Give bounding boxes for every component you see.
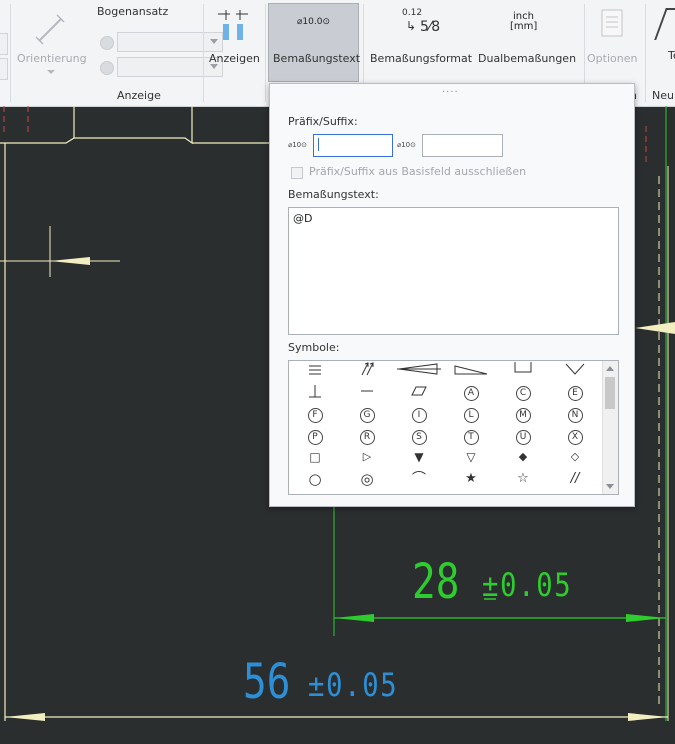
- popup-grip[interactable]: ····: [442, 87, 459, 98]
- symbol-double-slash[interactable]: //: [549, 469, 601, 489]
- dim-text-area-value: @D: [293, 212, 313, 225]
- symbol-circle-c[interactable]: C: [497, 381, 549, 401]
- dim-text-popup: ···· Präfix/Suffix: ⌀10⊙ ⌀10⊙ Präfix/Suf…: [269, 83, 635, 507]
- symbol-parallelogram[interactable]: [393, 381, 445, 401]
- symbol-circle-n[interactable]: N: [549, 403, 601, 423]
- cut-combo-left-2[interactable]: [0, 58, 8, 80]
- cut-combo-left[interactable]: [0, 33, 8, 55]
- dim-blue-value[interactable]: 56: [243, 654, 290, 710]
- exclude-checkbox[interactable]: [291, 167, 303, 179]
- show-icon: [218, 10, 248, 40]
- dim-green-tol[interactable]: ±0.05: [482, 566, 572, 604]
- part-outline-top-2: [74, 106, 193, 145]
- symbol-circle-e[interactable]: E: [549, 381, 601, 401]
- options-label: Optionen: [587, 52, 638, 65]
- symbol-taper[interactable]: [445, 361, 497, 379]
- small-dim-arrow: [50, 257, 90, 265]
- suffix-input[interactable]: [422, 134, 503, 157]
- symbol-triangle-right[interactable]: ▷: [341, 447, 393, 467]
- symbol-circle-i[interactable]: I: [393, 403, 445, 423]
- dim-text-field-label: Bemaßungstext:: [288, 188, 379, 201]
- symbol-countersink[interactable]: [549, 361, 601, 379]
- symbols-grid: A C E F G I L M N P R S T U X □ ▷ ▼ ▽ ◆ …: [288, 360, 619, 495]
- symbol-circle-t[interactable]: T: [445, 425, 497, 445]
- exclude-checkbox-label: Präfix/Suffix aus Basisfeld ausschließen: [309, 165, 527, 178]
- dim-text-button[interactable]: ⌀10.0⊙ Bemaßungstext: [268, 3, 361, 82]
- dim-format-icon-bottom: 5⁄8: [420, 19, 441, 35]
- symbol-square[interactable]: □: [289, 447, 341, 467]
- symbol-circle-s[interactable]: S: [393, 425, 445, 445]
- symbol-circle-u[interactable]: U: [497, 425, 549, 445]
- symbol-circle-r[interactable]: R: [341, 425, 393, 445]
- cut-group-label-new: Neu: [652, 89, 674, 102]
- blue-arrow-left: [5, 713, 45, 721]
- arc-radio-1[interactable]: [100, 36, 114, 50]
- symbol-star[interactable]: ☆: [497, 469, 549, 489]
- show-button[interactable]: Anzeigen: [206, 3, 262, 82]
- dim-blue-tol[interactable]: ±0.05: [308, 666, 398, 704]
- dual-dim-button[interactable]: inch [mm] Dualbemaßungen: [474, 3, 577, 82]
- symbol-circle-x[interactable]: X: [549, 425, 601, 445]
- symbol-flatness[interactable]: [289, 361, 341, 379]
- green-arrow-right: [626, 614, 666, 622]
- symbol-counterbore[interactable]: [497, 361, 549, 379]
- green-arrow-left: [334, 614, 374, 622]
- orientation-dropdown-icon: [47, 70, 55, 74]
- part-outline-top: [0, 106, 75, 144]
- options-icon: [601, 9, 623, 37]
- blue-arrow-right: [628, 713, 668, 721]
- prefix-input[interactable]: [313, 134, 393, 157]
- show-label: Anzeigen: [209, 52, 260, 65]
- symbol-circle-p[interactable]: P: [289, 425, 341, 445]
- arc-attach-label: Bogenansatz: [97, 5, 169, 18]
- dim-format-label: Bemaßungsformat: [370, 52, 473, 65]
- cut-icon-right: [654, 8, 675, 40]
- symbol-circle-l[interactable]: L: [445, 403, 497, 423]
- dual-icon-bottom: [mm]: [510, 21, 538, 32]
- symbol-circle-m[interactable]: M: [497, 403, 549, 423]
- symbol-circle-a[interactable]: A: [445, 381, 497, 401]
- orientation-button[interactable]: Orientierung: [14, 3, 88, 82]
- dim-text-label: Bemaßungstext: [273, 52, 361, 65]
- arc-radio-2[interactable]: [100, 61, 114, 75]
- symbol-circle-g[interactable]: G: [341, 403, 393, 423]
- options-button[interactable]: Optionen: [587, 3, 639, 82]
- symbol-circle-f[interactable]: F: [289, 403, 341, 423]
- symbol-straightness[interactable]: [341, 381, 393, 401]
- prefix-icon: ⌀10⊙: [288, 141, 307, 149]
- symbol-diamond[interactable]: ◇: [549, 447, 601, 467]
- suffix-icon: ⌀10⊙: [397, 141, 416, 149]
- symbol-slope-arrow[interactable]: [393, 361, 445, 379]
- scroll-up-icon[interactable]: [606, 366, 614, 371]
- symbol-concentric[interactable]: ◎: [341, 469, 393, 489]
- prefix-suffix-label: Präfix/Suffix:: [288, 115, 358, 128]
- symbol-perpendicular[interactable]: [289, 381, 341, 401]
- dim-green-value[interactable]: 28: [412, 554, 459, 610]
- text-caret: [318, 138, 319, 151]
- symbol-star-filled[interactable]: ★: [445, 469, 497, 489]
- symbol-triangle-down-filled[interactable]: ▼: [393, 447, 445, 467]
- scroll-down-icon[interactable]: [606, 484, 614, 489]
- dim-format-button[interactable]: 0.12 ↳ 5⁄8 Bemaßungsformat: [366, 3, 472, 82]
- dim-format-arrow-icon: ↳: [406, 19, 417, 33]
- symbol-arc[interactable]: ⌒: [393, 469, 445, 489]
- symbol-diamond-filled[interactable]: ◆: [497, 447, 549, 467]
- right-arrow-top: [635, 322, 675, 334]
- symbol-runout[interactable]: [341, 361, 393, 379]
- dim-format-icon-top: 0.12: [402, 8, 423, 18]
- symbols-label: Symbole:: [288, 341, 340, 354]
- group-display-label: Anzeige: [117, 89, 161, 102]
- scroll-thumb[interactable]: [605, 377, 615, 409]
- cut-label-right: Te: [668, 49, 675, 62]
- dim-text-icon: ⌀10.0⊙: [297, 17, 330, 27]
- dim-text-area[interactable]: @D: [288, 207, 619, 335]
- orientation-label: Orientierung: [17, 52, 87, 65]
- symbol-triangle-down[interactable]: ▽: [445, 447, 497, 467]
- symbols-scrollbar[interactable]: [602, 361, 618, 494]
- orientation-icon: [35, 14, 65, 45]
- dual-dim-label: Dualbemaßungen: [478, 52, 577, 65]
- symbol-circle[interactable]: ○: [289, 469, 341, 489]
